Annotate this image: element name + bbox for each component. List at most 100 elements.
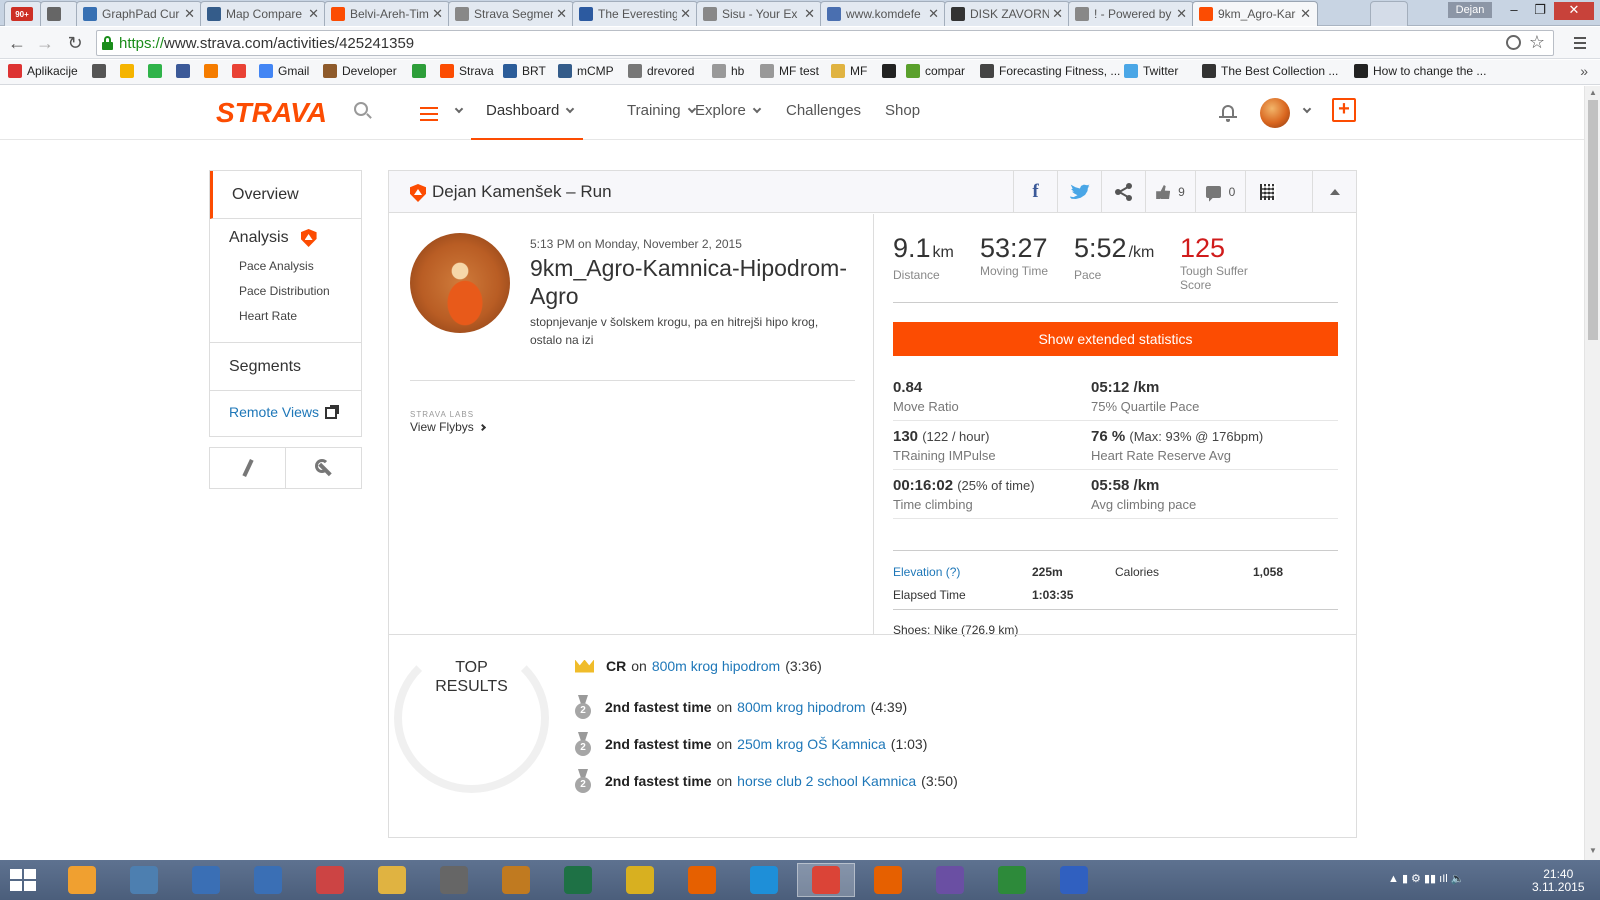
forward-button[interactable]: → <box>34 32 56 54</box>
profile-badge[interactable]: Dejan <box>1448 2 1492 18</box>
bookmark-item[interactable]: mCMP <box>558 64 614 78</box>
bookmark-item[interactable] <box>882 64 901 78</box>
bookmark-item[interactable] <box>92 64 111 78</box>
strava-logo[interactable]: STRAVA <box>216 97 327 129</box>
browser-tab[interactable]: DISK ZAVORN ✕ <box>944 1 1070 26</box>
browser-tab[interactable]: GraphPad Cur ✕ <box>76 1 202 26</box>
close-tab-icon[interactable]: ✕ <box>804 6 815 22</box>
browser-tab[interactable]: Sisu - Your Ex ✕ <box>696 1 822 26</box>
browser-tab[interactable] <box>40 1 78 26</box>
browser-menu-icon[interactable] <box>1574 34 1588 52</box>
scrollbar-thumb[interactable] <box>1588 100 1598 340</box>
taskbar-clock[interactable]: 21:40 3.11.2015 <box>1532 868 1585 894</box>
close-window-button[interactable]: ✕ <box>1554 2 1594 20</box>
browser-tab[interactable]: 90+ <box>4 1 42 26</box>
bookmark-item[interactable]: compar <box>906 64 965 78</box>
bookmark-item[interactable] <box>148 64 167 78</box>
close-tab-icon[interactable]: ✕ <box>1300 6 1311 22</box>
view-flybys-link[interactable]: View Flybys <box>410 420 486 434</box>
bookmark-item[interactable]: Gmail <box>259 64 309 78</box>
taskbar-app[interactable] <box>673 863 731 897</box>
page-scrollbar[interactable]: ▲ ▼ <box>1584 86 1600 860</box>
sidebar-item-heart-rate[interactable]: Heart Rate <box>239 309 361 323</box>
segment-link[interactable]: 800m krog hipodrom <box>652 658 780 674</box>
close-tab-icon[interactable]: ✕ <box>432 6 443 22</box>
nav-training[interactable]: Training <box>627 102 696 119</box>
taskbar-app[interactable] <box>735 863 793 897</box>
bookmark-item[interactable]: Aplikacije <box>8 64 78 78</box>
close-tab-icon[interactable]: ✕ <box>1176 6 1187 22</box>
bookmark-item[interactable]: Developer <box>323 64 397 78</box>
bookmark-star-icon[interactable]: ☆ <box>1529 32 1545 53</box>
bookmark-item[interactable] <box>120 64 139 78</box>
nav-explore[interactable]: Explore <box>695 102 762 119</box>
activity-actions-button[interactable] <box>285 448 361 488</box>
address-bar[interactable]: https://www.strava.com/activities/425241… <box>96 30 1554 56</box>
close-tab-icon[interactable]: ✕ <box>1052 6 1063 22</box>
close-tab-icon[interactable]: ✕ <box>556 6 567 22</box>
share-twitter-button[interactable] <box>1057 171 1101 213</box>
segment-link[interactable]: horse club 2 school Kamnica <box>737 773 916 789</box>
search-icon[interactable] <box>354 102 368 116</box>
chevron-down-icon[interactable] <box>1302 104 1312 114</box>
taskbar-app[interactable] <box>983 863 1041 897</box>
close-tab-icon[interactable]: ✕ <box>680 6 691 22</box>
bookmark-item[interactable]: MF test <box>760 64 819 78</box>
chevron-down-icon[interactable] <box>454 104 464 114</box>
browser-tab[interactable]: 9km_Agro-Kar ✕ <box>1192 1 1318 26</box>
taskbar-app[interactable] <box>239 863 297 897</box>
show-extended-statistics-button[interactable]: Show extended statistics <box>893 322 1338 356</box>
taskbar-app[interactable] <box>549 863 607 897</box>
segment-link[interactable]: 250m krog OŠ Kamnica <box>737 736 886 752</box>
url-text[interactable]: https://www.strava.com/activities/425241… <box>119 35 414 52</box>
maximize-button[interactable]: ❐ <box>1528 2 1552 20</box>
bookmark-item[interactable] <box>412 64 431 78</box>
kudos-button[interactable]: 9 <box>1145 171 1195 213</box>
sidebar-item-remote-views[interactable]: Remote Views <box>210 391 361 436</box>
sidebar-item-pace-distribution[interactable]: Pace Distribution <box>239 284 361 298</box>
upload-activity-button[interactable]: + <box>1332 98 1356 122</box>
close-tab-icon[interactable]: ✕ <box>184 6 195 22</box>
bookmark-item[interactable]: BRT <box>503 64 546 78</box>
bookmark-item[interactable]: drevored <box>628 64 694 78</box>
taskbar-app[interactable] <box>611 863 669 897</box>
athlete-avatar[interactable] <box>410 233 510 333</box>
comments-button[interactable]: 0 <box>1195 171 1245 213</box>
bookmark-item[interactable] <box>232 64 251 78</box>
edit-activity-button[interactable] <box>210 448 285 488</box>
taskbar-app[interactable] <box>1045 863 1103 897</box>
sidebar-item-segments[interactable]: Segments <box>210 343 361 391</box>
share-button[interactable] <box>1101 171 1145 213</box>
reload-button[interactable]: ↻ <box>64 32 86 54</box>
taskbar-app[interactable] <box>921 863 979 897</box>
elevation-help-link[interactable]: Elevation (?) <box>893 565 960 579</box>
sidebar-item-pace-analysis[interactable]: Pace Analysis <box>239 259 361 273</box>
bookmark-item[interactable] <box>176 64 195 78</box>
close-tab-icon[interactable]: ✕ <box>308 6 319 22</box>
nav-dashboard[interactable]: Dashboard <box>486 102 575 119</box>
minimize-button[interactable]: – <box>1502 2 1526 20</box>
taskbar-app[interactable] <box>53 863 111 897</box>
back-button[interactable]: ← <box>6 32 28 54</box>
taskbar-app[interactable] <box>797 863 855 897</box>
browser-tab[interactable]: Belvi-Areh-Tim ✕ <box>324 1 450 26</box>
bookmark-item[interactable]: Forecasting Fitness, ... <box>980 64 1120 78</box>
bookmark-item[interactable] <box>204 64 223 78</box>
qr-code-button[interactable] <box>1245 171 1289 213</box>
notifications-bell-icon[interactable] <box>1219 103 1237 123</box>
sidebar-item-overview[interactable]: Overview <box>210 171 361 219</box>
nav-shop[interactable]: Shop <box>885 102 920 119</box>
segment-link[interactable]: 800m krog hipodrom <box>737 699 865 715</box>
taskbar-app[interactable] <box>487 863 545 897</box>
windows-start-button[interactable] <box>10 869 36 891</box>
collapse-header-button[interactable] <box>1312 171 1356 213</box>
taskbar-app[interactable] <box>363 863 421 897</box>
bookmark-item[interactable]: MF <box>831 64 867 78</box>
bookmark-item[interactable]: Strava <box>440 64 494 78</box>
sidebar-item-analysis[interactable]: Analysis <box>229 229 361 247</box>
browser-tab[interactable]: Map Compare ✕ <box>200 1 326 26</box>
taskbar-app[interactable] <box>115 863 173 897</box>
new-tab-button[interactable] <box>1370 1 1408 26</box>
system-tray[interactable]: ▲ ▮ ⚙ ▮▮ ıIl 🔈 <box>1388 872 1464 885</box>
bookmarks-overflow-icon[interactable]: » <box>1580 63 1588 79</box>
